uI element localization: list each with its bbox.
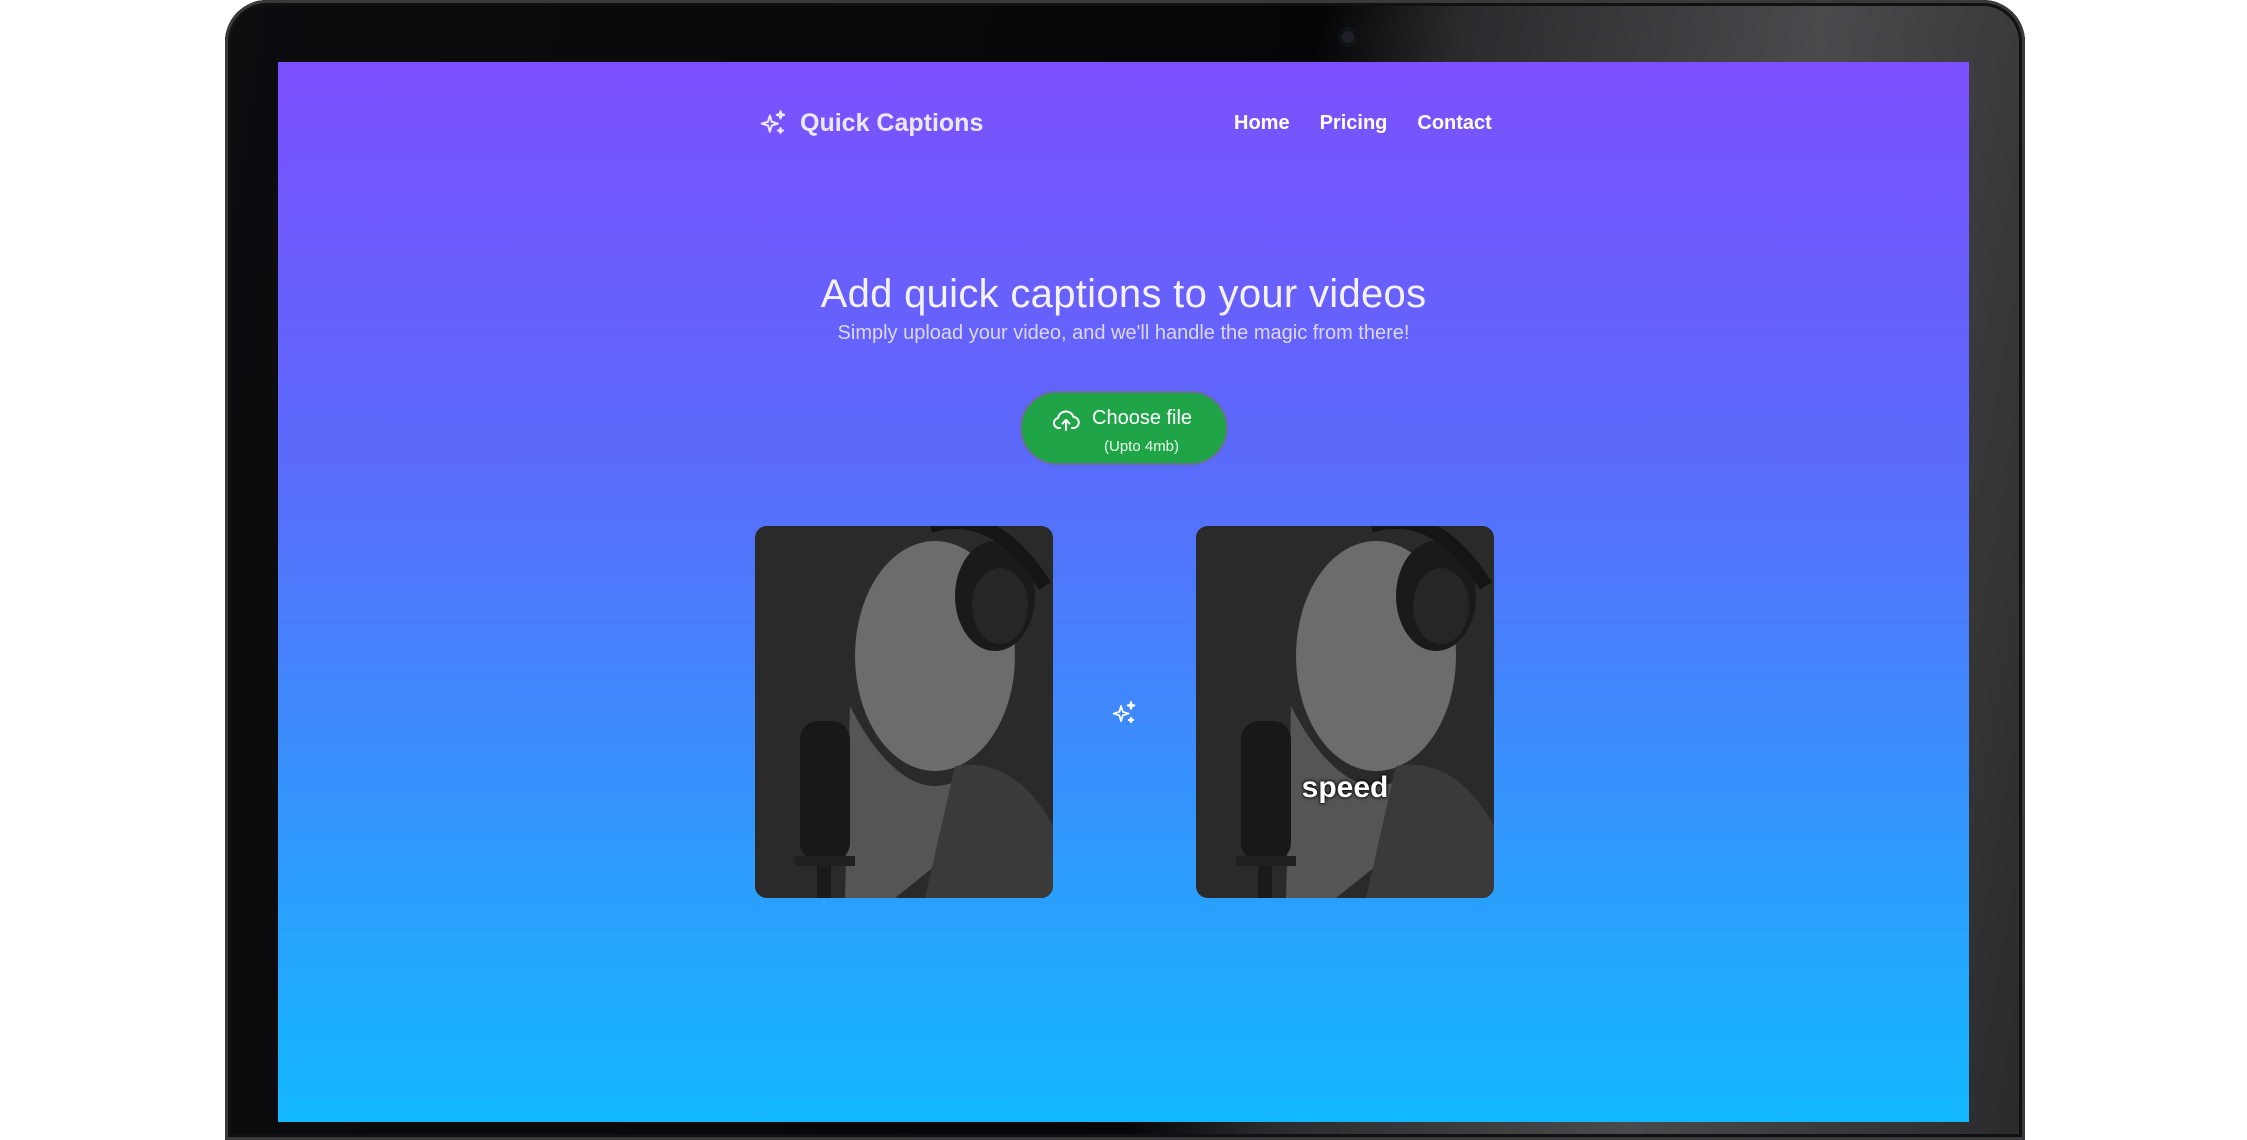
original-video-preview (755, 526, 1053, 898)
browser-viewport: Quick Captions Home Pricing Contact Add … (278, 62, 1969, 1122)
cloud-upload-icon (1052, 410, 1080, 431)
captioned-video-preview: speed (1196, 526, 1494, 898)
choose-file-label: Choose file (1092, 407, 1193, 429)
brand-name: Quick Captions (800, 108, 984, 137)
webcam-dot (1338, 27, 1358, 47)
nav-pricing-link[interactable]: Pricing (1320, 112, 1388, 135)
top-navigation: Quick Captions Home Pricing Contact (278, 98, 1969, 148)
podcaster-photo (755, 526, 1053, 898)
nav-contact-link[interactable]: Contact (1417, 112, 1491, 135)
podcaster-photo (1196, 526, 1494, 898)
file-size-limit: (Upto 4mb) (1104, 438, 1180, 455)
caption-text: speed (1301, 771, 1389, 804)
hero-title: Add quick captions to your videos (820, 272, 1427, 316)
choose-file-button[interactable]: Choose file (Upto 4mb) (1020, 391, 1228, 465)
nav-links: Home Pricing Contact (1234, 98, 1492, 148)
brand-logo[interactable]: Quick Captions (758, 98, 983, 148)
hero-subtitle: Simply upload your video, and we'll hand… (837, 322, 1410, 344)
sparkles-icon (760, 110, 786, 134)
nav-home-link[interactable]: Home (1234, 112, 1290, 135)
sparkles-icon (1112, 701, 1136, 724)
